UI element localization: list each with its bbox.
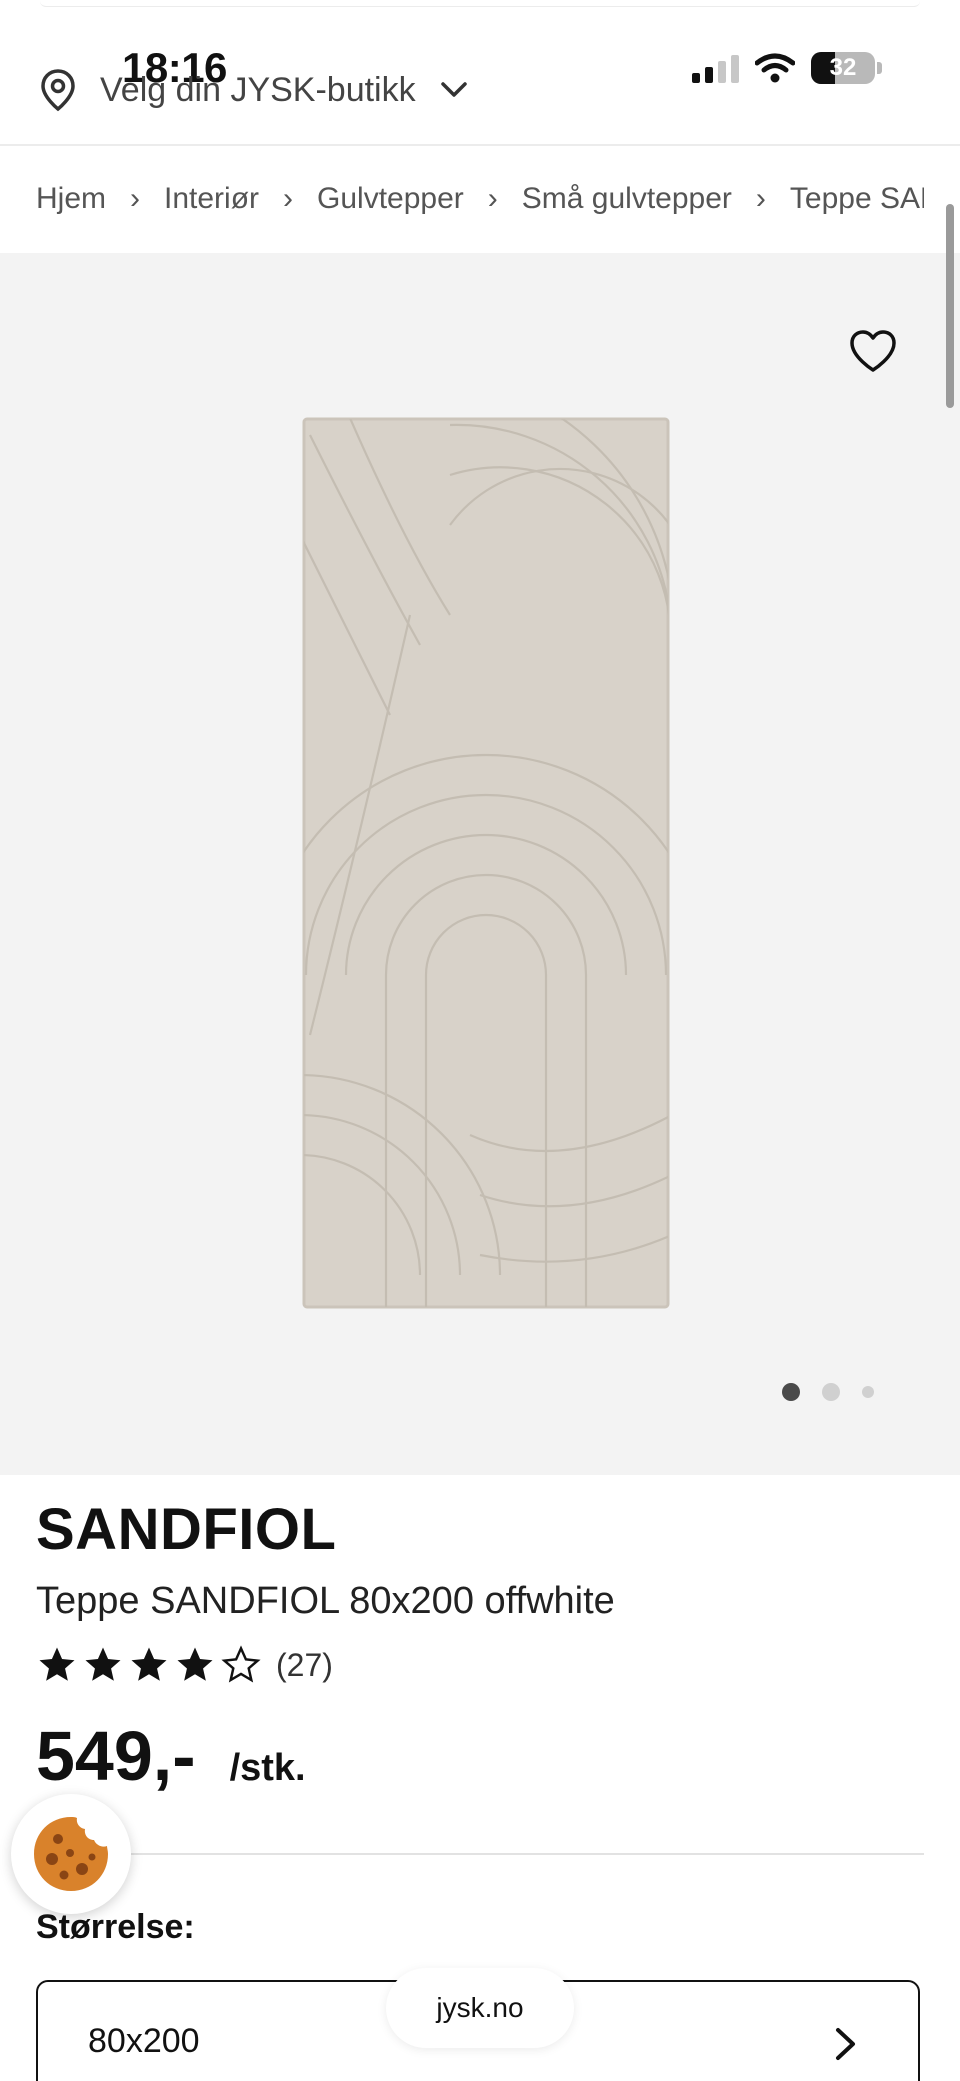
- breadcrumb-separator-icon: ›: [283, 182, 294, 215]
- price-unit: /stk.: [229, 1747, 306, 1789]
- star-filled-icon: [131, 1647, 167, 1681]
- wifi-icon: [755, 53, 795, 83]
- battery-tip: [877, 62, 882, 74]
- review-count[interactable]: (27): [276, 1647, 333, 1684]
- gallery-pagination: [782, 1383, 874, 1401]
- signal-icon: [692, 53, 739, 83]
- pagination-dot-1[interactable]: [782, 1383, 800, 1401]
- star-outline-icon: [221, 1645, 261, 1683]
- store-label: Velg din JYSK-butikk: [100, 70, 416, 109]
- product-price: 549,- /stk.: [36, 1716, 306, 1796]
- breadcrumb-item-rugs[interactable]: Gulvtepper: [317, 182, 464, 216]
- battery-icon: 32: [811, 52, 875, 84]
- breadcrumb-separator-icon: ›: [755, 182, 766, 215]
- size-value: 80x200: [88, 2022, 200, 2060]
- heart-icon[interactable]: [848, 328, 898, 374]
- pagination-dot-2[interactable]: [822, 1383, 840, 1401]
- store-selector[interactable]: Velg din JYSK-butikk: [40, 68, 468, 112]
- cookie-button[interactable]: [11, 1794, 131, 1914]
- chevron-right-icon: [836, 2028, 855, 2060]
- breadcrumb-item-home[interactable]: Hjem: [36, 182, 106, 216]
- location-pin-icon: [41, 69, 75, 112]
- status-icons: 32: [692, 52, 882, 84]
- browser-url-bar[interactable]: jysk.no: [386, 1968, 574, 2048]
- product-name: Teppe SANDFIOL 80x200 offwhite: [36, 1580, 615, 1622]
- breadcrumb-separator-icon: ›: [130, 182, 141, 215]
- breadcrumb-item-interior[interactable]: Interiør: [164, 182, 259, 216]
- scrollbar[interactable]: [946, 204, 954, 408]
- breadcrumb-item-small-rugs[interactable]: Små gulvtepper: [522, 182, 732, 216]
- price-amount: 549,-: [36, 1717, 196, 1795]
- size-label: Størrelse:: [36, 1908, 195, 1946]
- breadcrumb-item-current[interactable]: Teppe SANDFIOL: [790, 182, 924, 216]
- section-divider: [120, 1853, 924, 1855]
- star-filled-icon: [39, 1647, 75, 1681]
- star-filled-icon: [85, 1647, 121, 1681]
- breadcrumb: Hjem › Interiør › Gulvtepper › Små gulvt…: [36, 146, 924, 252]
- rug-image: [302, 417, 670, 1309]
- cookie-icon: [34, 1817, 108, 1891]
- product-brand: SANDFIOL: [36, 1497, 337, 1562]
- chevron-down-icon: [440, 82, 467, 97]
- star-filled-icon: [177, 1647, 213, 1681]
- product-rating[interactable]: (27): [36, 1644, 333, 1686]
- pagination-dot-3[interactable]: [862, 1386, 874, 1398]
- breadcrumb-separator-icon: ›: [487, 182, 498, 215]
- top-edge: [40, 0, 920, 7]
